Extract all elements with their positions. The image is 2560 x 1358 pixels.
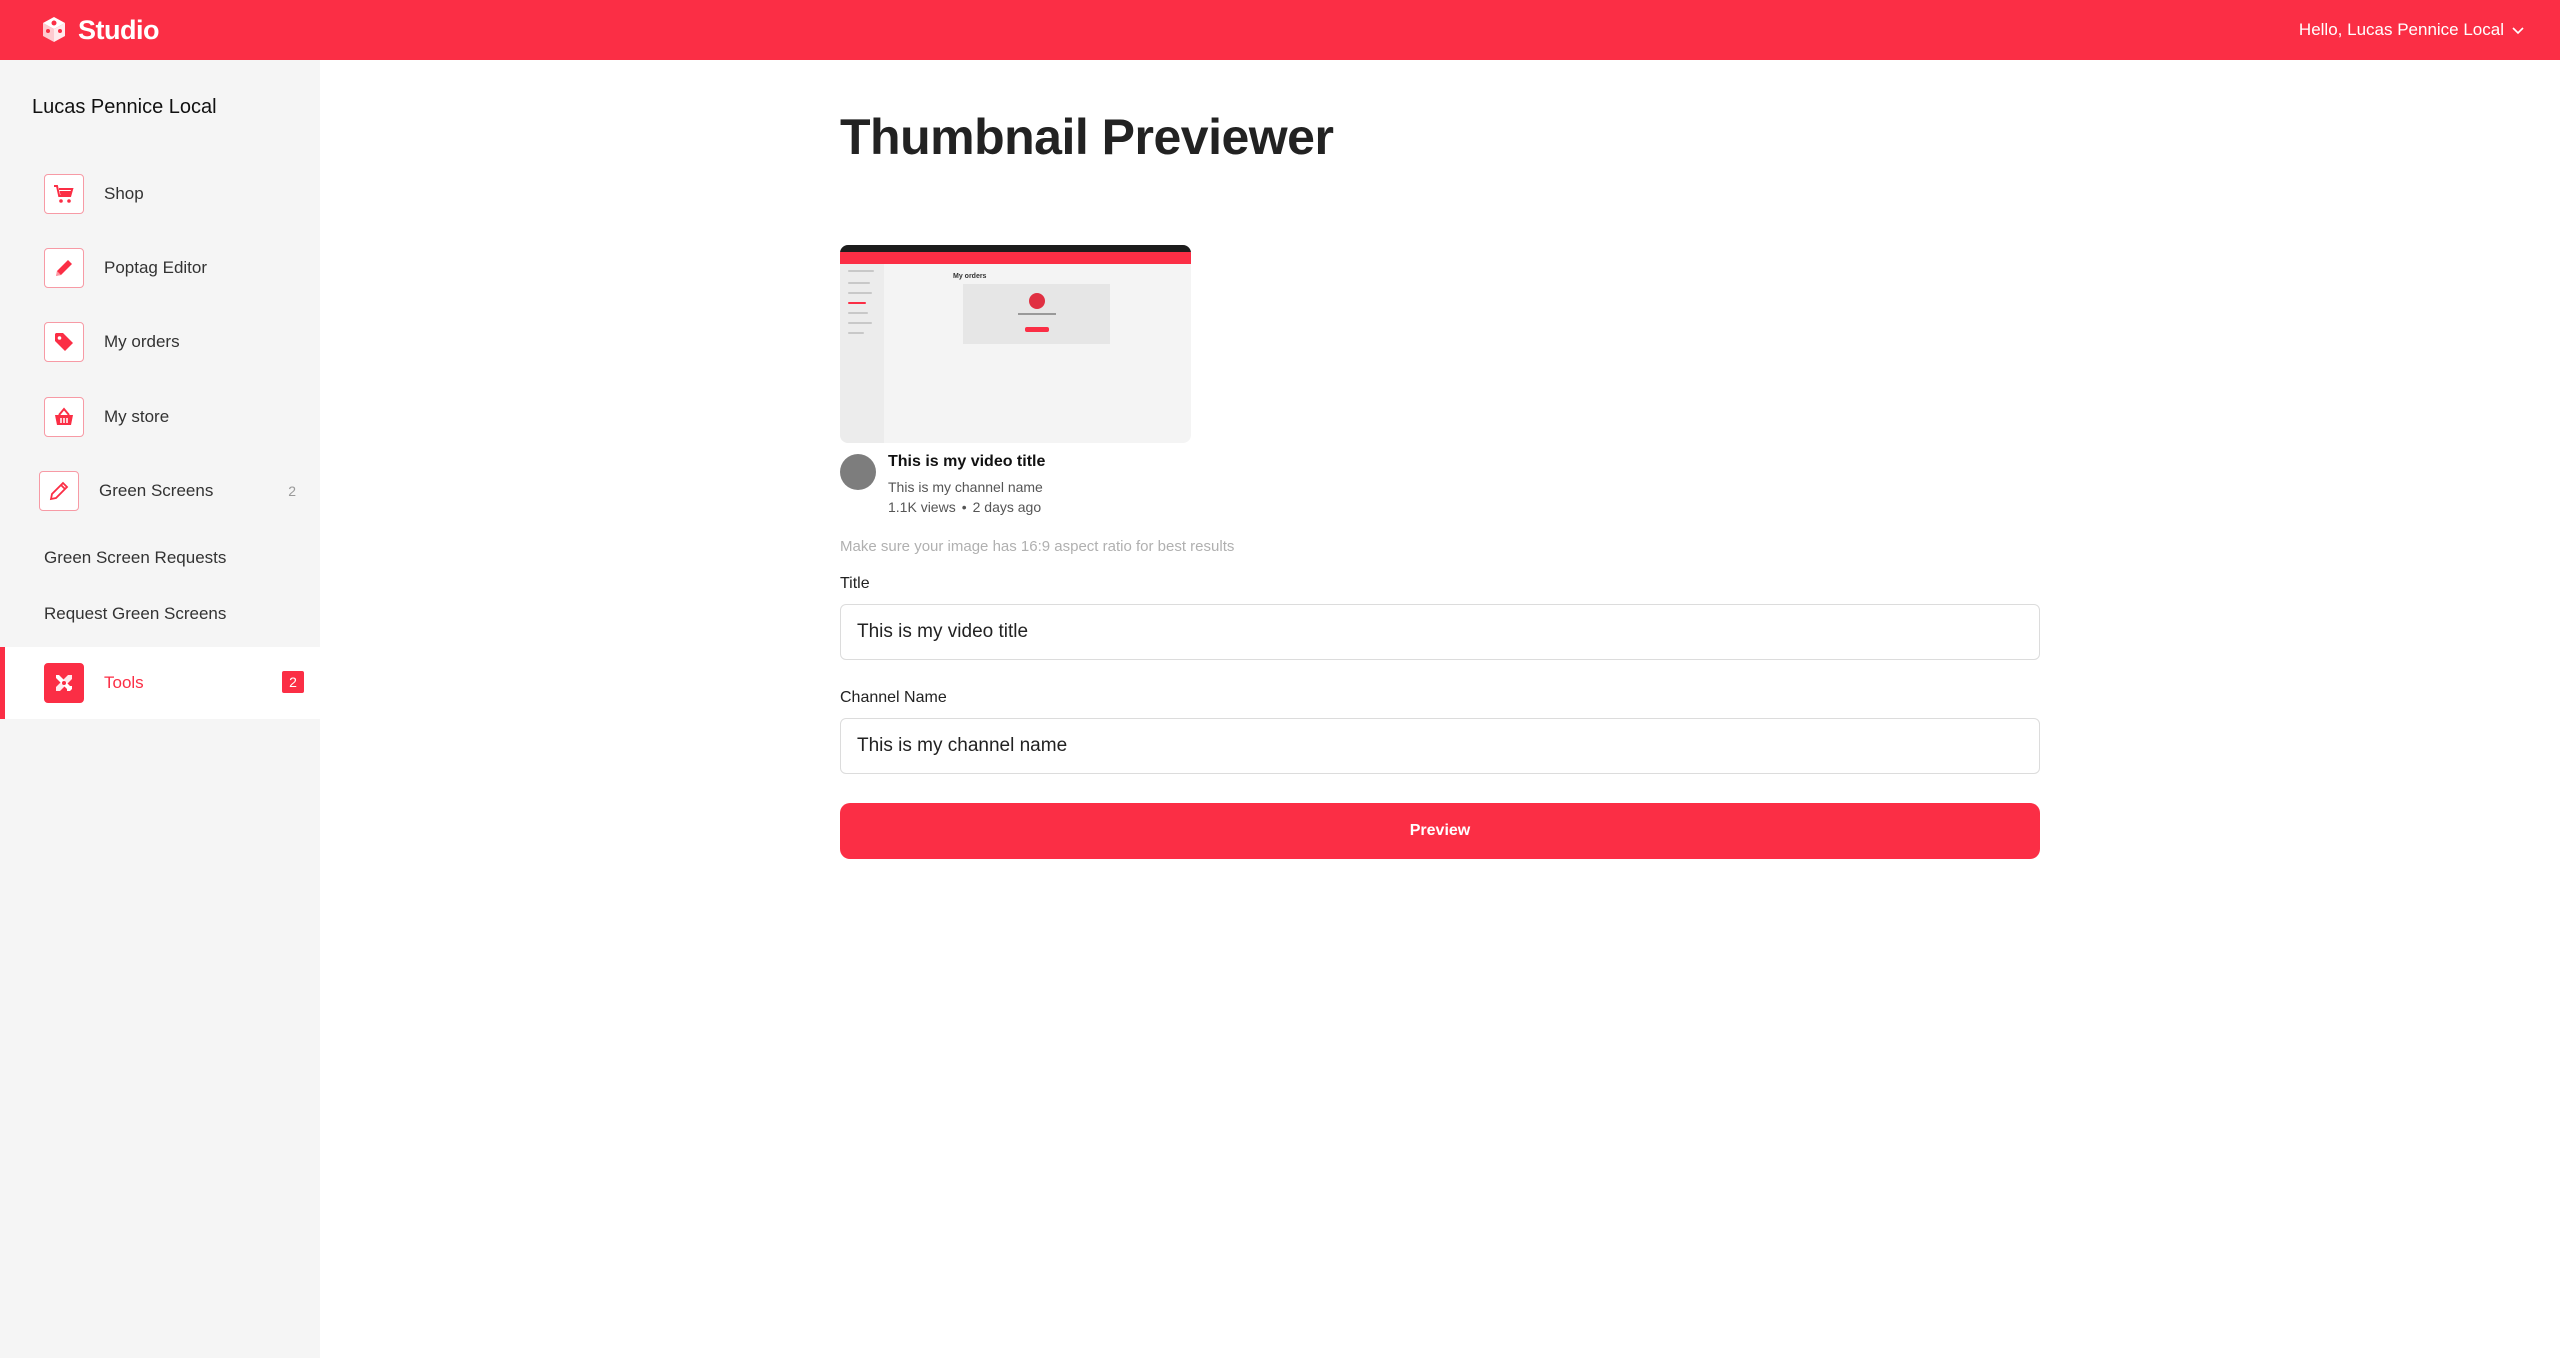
thumbnail-header-bar (840, 252, 1191, 264)
sidebar-subitem-green-screen-requests[interactable]: Green Screen Requests (44, 548, 226, 568)
thumbnail-sidebar-line (848, 322, 872, 324)
active-indicator (0, 647, 5, 719)
tools-badge: 2 (282, 671, 304, 693)
thumbnail-sidebar-line (848, 270, 874, 272)
sidebar-item-label: Tools (104, 673, 144, 692)
preview-channel-name: This is my channel name (888, 479, 1043, 495)
user-greeting: Hello, Lucas Pennice Local (2298, 20, 2504, 39)
sidebar-item-label: Shop (104, 184, 144, 203)
title-input[interactable] (840, 604, 2040, 660)
sidebar-item-green-screens[interactable]: Green Screens 2 (0, 459, 320, 523)
aspect-ratio-hint: Make sure your image has 16:9 aspect rat… (840, 538, 1235, 555)
chevron-down-icon (2512, 27, 2524, 35)
basket-icon (44, 397, 84, 437)
sidebar-item-label: My orders (104, 332, 180, 351)
pencil-icon (39, 471, 79, 511)
channel-name-input[interactable] (840, 718, 2040, 774)
pencil-icon (44, 248, 84, 288)
preview-video-title: This is my video title (888, 453, 1046, 470)
tools-icon (44, 663, 84, 703)
sidebar-item-tools[interactable]: Tools 2 (0, 647, 320, 719)
thumbnail-sidebar-line (848, 282, 870, 284)
thumbnail-sidebar-line (848, 292, 872, 294)
preview-age: 2 days ago (972, 499, 1042, 515)
thumbnail-browser-chrome (840, 245, 1191, 252)
preview-views: 1.1K views (888, 499, 956, 515)
sidebar-item-label: Green Screens (99, 481, 214, 500)
thumbnail-card (963, 284, 1110, 344)
sidebar-item-poptag-editor[interactable]: Poptag Editor (0, 236, 320, 300)
sidebar-subitem-request-green-screens[interactable]: Request Green Screens (44, 604, 226, 624)
sidebar-item-my-orders[interactable]: My orders (0, 310, 320, 374)
thumbnail-heading: My orders (953, 273, 987, 280)
thumbnail-sidebar (840, 264, 884, 443)
page-title: Thumbnail Previewer (840, 109, 1334, 165)
thumbnail-sidebar-line (848, 312, 868, 314)
avatar (840, 454, 876, 490)
thumbnail-sidebar-line (848, 332, 864, 334)
sidebar-item-my-store[interactable]: My store (0, 385, 320, 449)
tag-icon (44, 322, 84, 362)
account-name: Lucas Pennice Local (32, 96, 217, 118)
preview-button[interactable]: Preview (840, 803, 2040, 859)
top-bar: Studio Hello, Lucas Pennice Local (0, 0, 2560, 60)
thumbnail-card-line (1018, 313, 1056, 315)
green-screens-count: 2 (288, 483, 296, 499)
cart-icon (44, 174, 84, 214)
meta-separator: • (961, 499, 967, 515)
brand-logo-icon (43, 17, 65, 42)
title-label: Title (840, 575, 870, 592)
channel-name-label: Channel Name (840, 689, 947, 706)
thumbnail-sidebar-line (848, 302, 866, 304)
brand[interactable]: Studio (38, 12, 159, 48)
sidebar-item-shop[interactable]: Shop (0, 162, 320, 226)
sidebar-item-label: My store (104, 407, 170, 426)
preview-video-meta: 1.1K views • 2 days ago (888, 499, 1041, 515)
brand-name: Studio (78, 14, 159, 45)
thumbnail-image: My orders (840, 245, 1191, 443)
sidebar: Lucas Pennice Local Shop Poptag Editor M… (0, 60, 320, 1358)
thumbnail-card-button (1025, 327, 1049, 332)
sidebar-item-label: Poptag Editor (104, 258, 208, 277)
thumbnail-card-logo (1029, 293, 1045, 309)
user-menu[interactable]: Hello, Lucas Pennice Local (2299, 18, 2526, 42)
